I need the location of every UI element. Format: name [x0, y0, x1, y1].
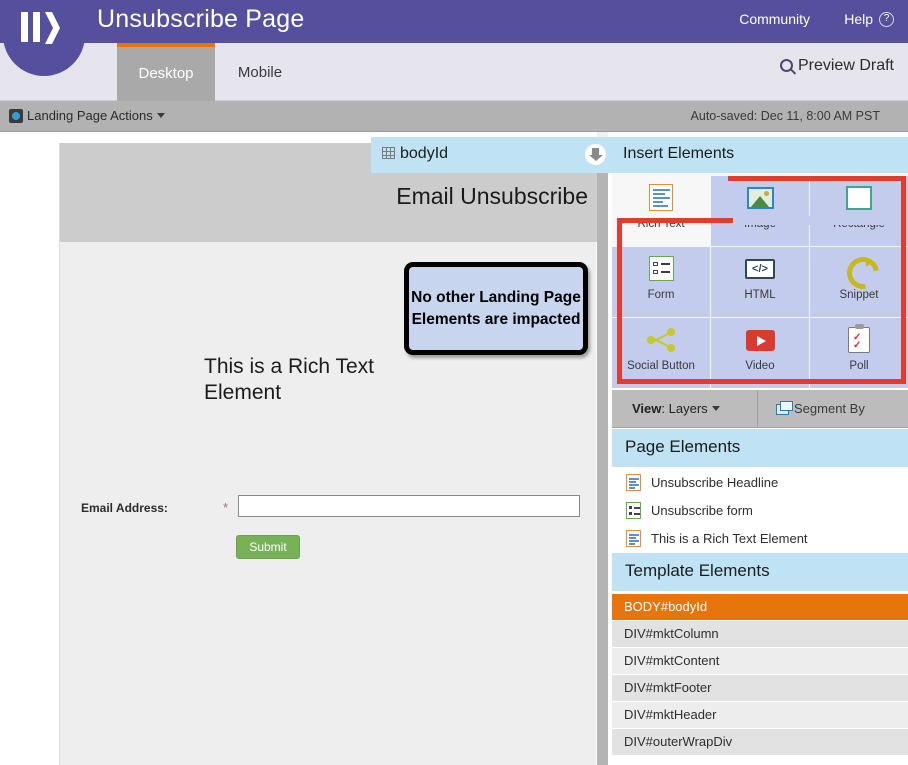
page-element-label: Unsubscribe form	[651, 503, 753, 518]
page-elements-header: Page Elements	[612, 429, 908, 467]
template-element-label: DIV#mktColumn	[624, 626, 719, 641]
view-value: Layers	[668, 401, 708, 416]
autosave-status: Auto-saved: Dec 11, 8:00 AM PST	[690, 109, 880, 123]
snippet-icon	[844, 255, 874, 283]
search-icon	[779, 59, 793, 72]
insert-rich-text[interactable]: Rich Text	[612, 176, 710, 246]
submit-button[interactable]: Submit	[236, 535, 300, 559]
insert-snippet[interactable]: Snippet	[810, 247, 908, 317]
insert-rectangle[interactable]: Rectangle	[810, 176, 908, 246]
insert-label: Form	[647, 289, 675, 301]
segment-by-button[interactable]: Segment By	[776, 401, 865, 416]
page-element-row[interactable]: This is a Rich Text Element	[612, 525, 908, 553]
insert-label: Social Button	[627, 360, 695, 372]
bodyid-text: bodyId	[400, 145, 449, 162]
form-icon	[626, 502, 643, 520]
unsubscribe-form[interactable]: Email Address: *	[60, 495, 597, 525]
view-prefix: View	[632, 401, 662, 416]
tab-mobile[interactable]: Mobile	[215, 43, 305, 101]
page-canvas: Email Unsubscribe This is a Rich Text El…	[0, 132, 612, 765]
page-elements-title: Page Elements	[625, 437, 741, 456]
community-link[interactable]: Community	[739, 11, 810, 27]
template-element-row[interactable]: DIV#mktColumn	[612, 621, 908, 648]
required-asterisk: *	[223, 500, 229, 515]
social-button-icon	[646, 326, 676, 354]
bodyid-selection-bar: bodyId Insert Elements	[371, 137, 908, 173]
form-icon	[646, 255, 676, 283]
highlight-outline-join	[733, 216, 901, 225]
segment-icon	[776, 401, 793, 415]
template-element-label: DIV#mktFooter	[624, 680, 712, 695]
insert-image[interactable]: Image	[711, 176, 809, 246]
arrow-down-glyph	[588, 148, 603, 161]
insert-html[interactable]: </> HTML	[711, 247, 809, 317]
html-icon: </>	[745, 255, 775, 283]
segment-by-label: Segment By	[794, 401, 865, 416]
template-element-label: BODY#bodyId	[624, 599, 708, 614]
template-element-label: DIV#mktContent	[624, 653, 720, 668]
bodyid-label: bodyId	[382, 145, 448, 163]
view-toolbar: View: Layers Segment By	[612, 390, 908, 428]
template-elements-title: Template Elements	[625, 561, 770, 580]
insert-label: Video	[745, 360, 775, 372]
template-element-row[interactable]: DIV#outerWrapDiv	[612, 729, 908, 756]
insert-elements-grid: Rich Text Image Rectangle	[612, 173, 908, 388]
template-elements-header: Template Elements	[612, 553, 908, 591]
email-address-input[interactable]	[238, 495, 580, 517]
insert-poll[interactable]: ✓ ✓ Poll	[810, 318, 908, 388]
image-icon	[745, 184, 775, 212]
chevron-down-icon	[156, 113, 165, 118]
page-title: Unsubscribe Page	[97, 5, 305, 33]
rectangle-icon	[844, 184, 874, 212]
page-element-row[interactable]: Unsubscribe form	[612, 497, 908, 525]
email-address-label: Email Address:	[81, 501, 168, 515]
insert-label: Rich Text	[637, 218, 685, 230]
preview-draft-label: Preview Draft	[797, 57, 894, 74]
actions-bar: Landing Page Actions Auto-saved: Dec 11,…	[0, 101, 908, 132]
template-element-row[interactable]: DIV#mktContent	[612, 648, 908, 675]
marketo-logo-icon	[21, 12, 60, 44]
help-link[interactable]: Help	[844, 11, 873, 27]
view-colon: :	[661, 401, 669, 416]
rich-text-icon	[626, 474, 643, 492]
rich-text-element[interactable]: This is a Rich Text Element	[204, 354, 404, 406]
landing-page-icon	[9, 109, 23, 123]
landing-page-editor: Unsubscribe Page Community Help ? Deskto…	[0, 0, 908, 765]
toolbar-divider	[757, 390, 758, 428]
chevron-down-icon	[711, 406, 720, 411]
template-element-label: DIV#mktHeader	[624, 707, 717, 722]
download-arrow-icon[interactable]	[585, 144, 606, 165]
annotation-callout: No other Landing Page Elements are impac…	[404, 262, 588, 355]
help-question-icon[interactable]: ?	[879, 12, 894, 27]
preview-draft-button[interactable]: Preview Draft	[779, 57, 894, 75]
template-element-row[interactable]: DIV#mktFooter	[612, 675, 908, 702]
landing-page-actions-label: Landing Page Actions	[27, 108, 153, 123]
insert-label: HTML	[744, 289, 776, 301]
canvas-scrollbar-thumb[interactable]	[597, 158, 608, 765]
template-element-label: DIV#outerWrapDiv	[624, 734, 733, 749]
page-element-row[interactable]: Unsubscribe Headline	[612, 469, 908, 497]
device-tabstrip: Desktop Mobile Preview Draft	[0, 43, 908, 101]
insert-label: Snippet	[839, 289, 879, 301]
template-element-row[interactable]: DIV#mktHeader	[612, 702, 908, 729]
rich-text-icon	[626, 530, 643, 548]
template-element-row[interactable]: BODY#bodyId	[612, 594, 908, 621]
insert-label: Poll	[849, 360, 869, 372]
insert-social-button[interactable]: Social Button	[612, 318, 710, 388]
insert-video[interactable]: Video	[711, 318, 809, 388]
tab-desktop[interactable]: Desktop	[117, 43, 215, 101]
app-header: Unsubscribe Page Community Help ?	[0, 0, 908, 43]
rich-text-icon	[646, 184, 676, 212]
landing-page-preview: Email Unsubscribe This is a Rich Text El…	[59, 143, 597, 765]
insert-form[interactable]: Form	[612, 247, 710, 317]
view-layers-dropdown[interactable]: View: Layers	[632, 401, 720, 416]
poll-icon: ✓ ✓	[844, 324, 874, 354]
unsubscribe-headline[interactable]: Email Unsubscribe	[396, 183, 588, 210]
grid-icon	[382, 147, 395, 159]
landing-page-actions-menu[interactable]: Landing Page Actions	[9, 108, 165, 123]
insert-elements-title: Insert Elements	[623, 145, 735, 162]
page-element-label: Unsubscribe Headline	[651, 475, 779, 490]
video-icon	[745, 326, 775, 354]
page-element-label: This is a Rich Text Element	[651, 531, 808, 546]
